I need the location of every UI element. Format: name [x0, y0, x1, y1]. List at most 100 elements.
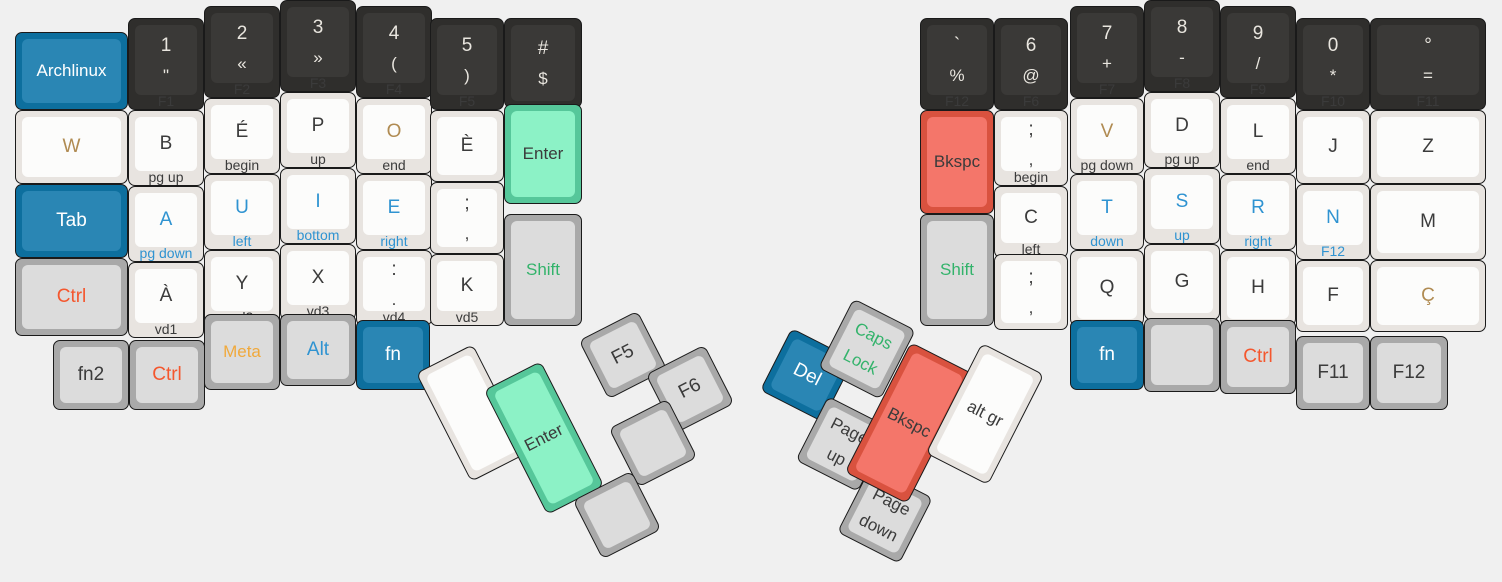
key-archlinux-cap: Archlinux	[22, 39, 121, 103]
key-hash-dollar[interactable]: # $	[504, 18, 582, 108]
key-x[interactable]: Xvd3	[280, 244, 356, 320]
key-4-f4[interactable]: 4(F4	[356, 6, 432, 98]
key-alt[interactable]: Alt	[280, 314, 356, 386]
key-degree-equals-f11[interactable]: ° = F11	[1370, 18, 1486, 110]
key-fn-right[interactable]: fn	[1070, 320, 1144, 390]
key-egrave[interactable]: È	[430, 110, 504, 182]
key-ccedilla[interactable]: Ç	[1370, 260, 1486, 332]
key-2-f2-primary-legend: 2	[236, 22, 248, 44]
key-ctrl-left-thumb-primary-legend: Ctrl	[152, 364, 182, 386]
key-meta[interactable]: Meta	[204, 314, 280, 390]
key-e-cap: E	[363, 181, 425, 235]
key-agrave[interactable]: Àvd1	[128, 262, 204, 338]
key-i-cap: I	[287, 175, 349, 229]
key-enter-left[interactable]: Enter	[504, 104, 582, 204]
key-ctrl-left-thumb[interactable]: Ctrl	[129, 340, 205, 410]
key-colon-period[interactable]: :. vd4	[356, 250, 432, 326]
key-blank-gray-right[interactable]	[1144, 318, 1220, 392]
key-grave-percent-f12-secondary-legend: %	[949, 65, 965, 85]
key-ctrl-left-outer-primary-legend: Ctrl	[56, 286, 87, 308]
key-q-primary-legend: Q	[1099, 277, 1115, 299]
key-1-f1[interactable]: 1 " F1	[128, 18, 204, 110]
key-2-f2[interactable]: 2 «F2	[204, 6, 280, 98]
key-eacute[interactable]: Ébegin	[204, 98, 280, 174]
key-w[interactable]: W	[15, 110, 128, 184]
key-semicolon-comma-primary-legend: ;	[464, 192, 470, 214]
key-0-asterisk-f10-secondary-legend: *	[1329, 65, 1337, 85]
key-1-f1-primary-legend: 1	[160, 34, 172, 56]
key-p-cap: P	[287, 99, 349, 153]
key-g[interactable]: G	[1144, 244, 1220, 320]
key-d-primary-legend: D	[1175, 115, 1189, 137]
key-f11-thumb[interactable]: F11	[1296, 336, 1370, 410]
key-r[interactable]: Rright	[1220, 174, 1296, 250]
key-a[interactable]: Apg down	[128, 186, 204, 262]
key-grave-percent-f12[interactable]: `% F12	[920, 18, 994, 110]
key-o-fn-legend: end	[382, 158, 406, 173]
key-o[interactable]: Oend	[356, 98, 432, 174]
key-7-plus-f7[interactable]: 7 + F7	[1070, 6, 1144, 98]
key-egrave-primary-legend: È	[460, 135, 474, 157]
key-ccedilla-primary-legend: Ç	[1421, 285, 1435, 307]
thumb-f5-primary-legend: F5	[608, 340, 638, 369]
key-4-f4-fn-legend: F4	[385, 82, 403, 97]
key-semicolon-comma[interactable]: ;,	[430, 182, 504, 254]
key-semicolon-comma-right2[interactable]: ;,	[994, 254, 1068, 330]
key-9-slash-f9[interactable]: 9/F9	[1220, 6, 1296, 98]
key-ctrl-left-outer[interactable]: Ctrl	[15, 258, 128, 336]
key-6-at-f6-secondary-legend: @	[1022, 65, 1040, 85]
key-i[interactable]: Ibottom	[280, 168, 356, 244]
key-h[interactable]: H	[1220, 250, 1296, 326]
key-m-primary-legend: M	[1420, 211, 1436, 233]
key-e[interactable]: Eright	[356, 174, 432, 250]
key-0-asterisk-f10[interactable]: 0 * F10	[1296, 18, 1370, 110]
key-bkspc-right-col[interactable]: Bkspc	[920, 110, 994, 214]
key-shift-left-cap: Shift	[511, 221, 575, 319]
key-5-f5[interactable]: 5) F5	[430, 18, 504, 110]
key-e-primary-legend: E	[387, 197, 401, 219]
key-v[interactable]: Vpg down	[1070, 98, 1144, 174]
key-shift-right[interactable]: Shift	[920, 214, 994, 326]
key-s[interactable]: Sup	[1144, 168, 1220, 244]
key-enter-left-cap: Enter	[511, 111, 575, 197]
key-p[interactable]: Pup	[280, 92, 356, 168]
key-q[interactable]: Q	[1070, 250, 1144, 326]
key-j[interactable]: J	[1296, 110, 1370, 184]
key-semicolon-comma-right-secondary-legend: ,	[1028, 149, 1034, 169]
key-h-cap: H	[1227, 257, 1289, 319]
key-3-f3-secondary-legend: »	[313, 47, 323, 67]
key-p-fn-legend: up	[310, 152, 326, 167]
key-y-cap: Y	[211, 257, 273, 311]
key-shift-right-cap: Shift	[927, 221, 987, 319]
key-b[interactable]: Bpg up	[128, 110, 204, 186]
key-fn-left-primary-legend: fn	[385, 344, 401, 366]
key-shift-left[interactable]: Shift	[504, 214, 582, 326]
key-k[interactable]: Kvd5	[430, 254, 504, 326]
key-u[interactable]: Uleft	[204, 174, 280, 250]
key-fn2[interactable]: fn2	[53, 340, 129, 410]
key-7-plus-f7-secondary-legend: +	[1102, 53, 1112, 73]
key-z[interactable]: Z	[1370, 110, 1486, 184]
key-c[interactable]: Cleft	[994, 186, 1068, 258]
key-8-minus-f8[interactable]: 8- F8	[1144, 0, 1220, 92]
key-archlinux[interactable]: Archlinux	[15, 32, 128, 110]
key-3-f3[interactable]: 3» F3	[280, 0, 356, 92]
key-tab[interactable]: Tab	[15, 184, 128, 258]
key-6-at-f6[interactable]: 6 @ F6	[994, 18, 1068, 110]
key-tab-primary-legend: Tab	[56, 210, 87, 232]
key-l[interactable]: Lend	[1220, 98, 1296, 174]
key-d[interactable]: Dpg up	[1144, 92, 1220, 168]
key-v-cap: V	[1077, 105, 1137, 159]
key-ctrl-right[interactable]: Ctrl	[1220, 320, 1296, 394]
key-l-primary-legend: L	[1252, 121, 1264, 143]
key-archlinux-primary-legend: Archlinux	[36, 61, 107, 81]
key-m[interactable]: M	[1370, 184, 1486, 260]
key-l-fn-legend: end	[1246, 158, 1270, 173]
key-n[interactable]: N F12	[1296, 184, 1370, 260]
key-semicolon-comma-right[interactable]: ;, begin	[994, 110, 1068, 186]
key-bkspc-right-col-cap: Bkspc	[927, 117, 987, 207]
key-f12-thumb[interactable]: F12	[1370, 336, 1448, 410]
key-t[interactable]: Tdown	[1070, 174, 1144, 250]
key-f[interactable]: F	[1296, 260, 1370, 332]
key-n-cap: N	[1303, 191, 1363, 245]
